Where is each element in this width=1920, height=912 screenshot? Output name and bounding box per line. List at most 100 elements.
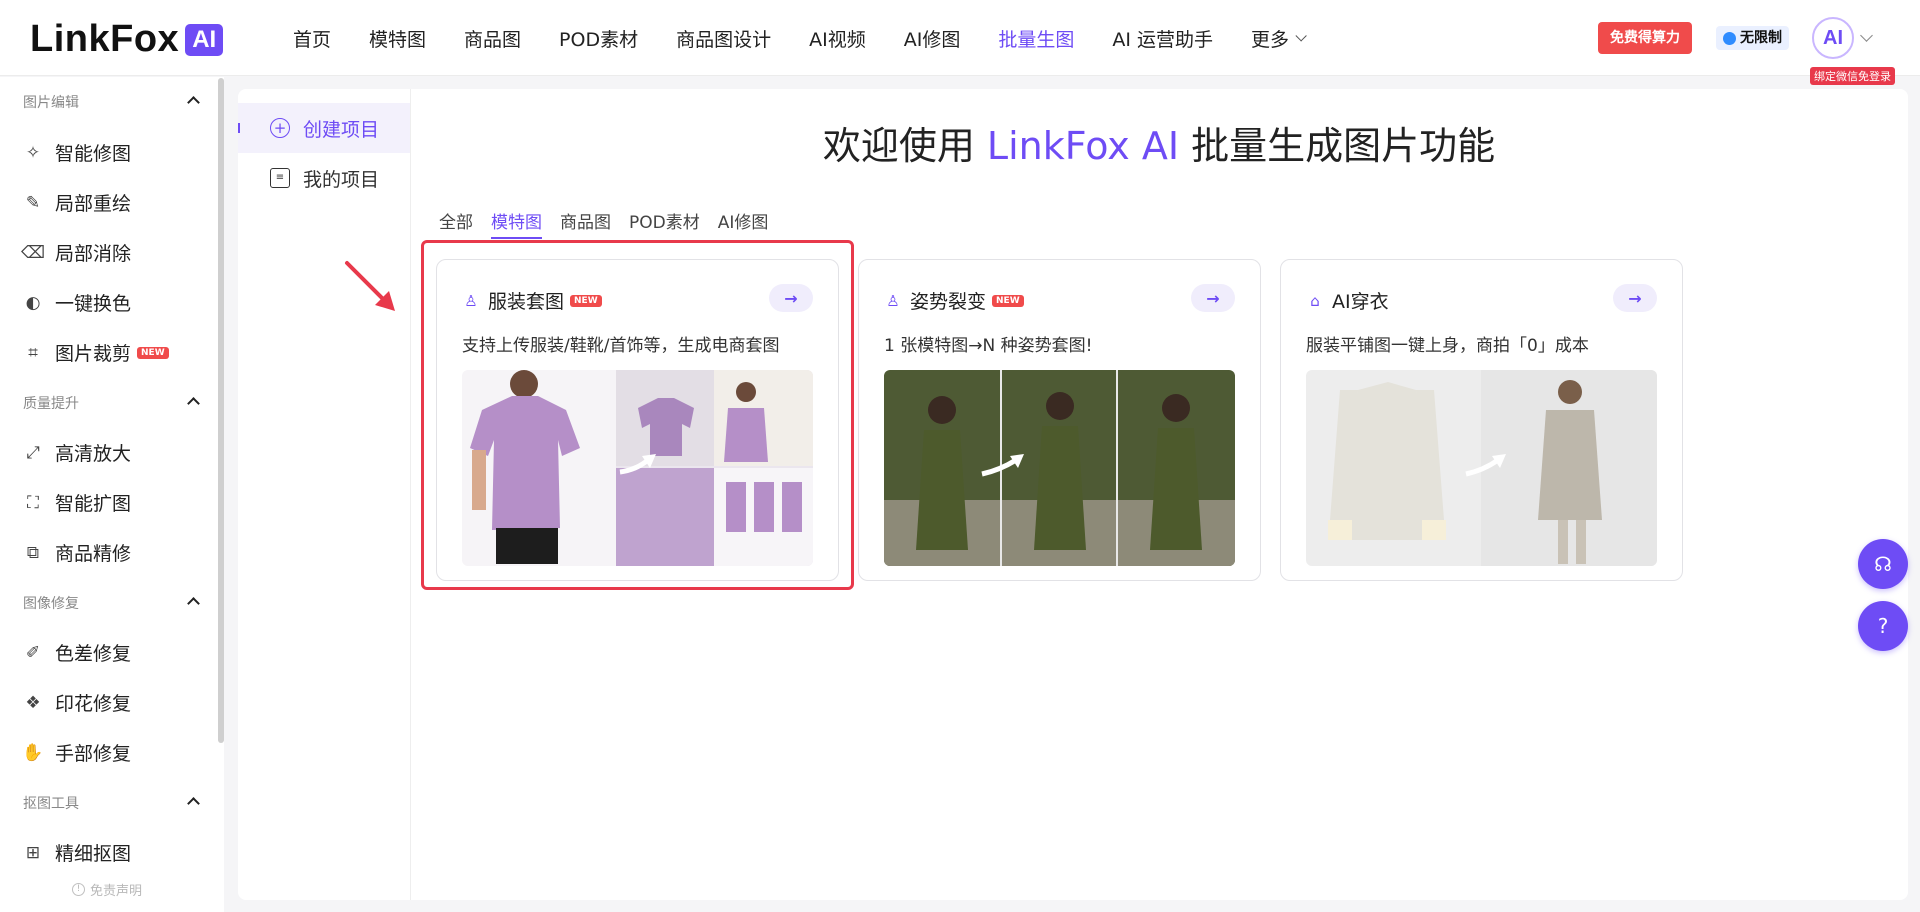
sidebar-item-label: 精细抠图 — [55, 843, 132, 865]
transform-arrow-icon — [619, 454, 656, 475]
magic-wand-icon: ✧ — [25, 142, 41, 163]
top-navbar: LinkFox AI 首页 模特图 商品图 POD素材 商品图设计 AI视频 A… — [0, 0, 1920, 76]
unlimited-label: 无限制 — [1740, 30, 1782, 46]
nav-batch-generate[interactable]: 批量生图 — [998, 25, 1074, 52]
sidebar-item-expand[interactable]: ⛶ 智能扩图 — [23, 489, 131, 516]
card-ai-dress-up[interactable]: ⌂ AI穿衣 → 服装平铺图一键上身，商拍「0」成本 — [1280, 259, 1683, 581]
unlimited-badge[interactable]: 无限制 — [1716, 26, 1789, 50]
nav-product-design[interactable]: 商品图设计 — [676, 25, 771, 52]
sidebar-item-label: 智能扩图 — [55, 493, 132, 515]
annotation-arrow-icon — [345, 261, 395, 311]
card-preview-image — [462, 370, 813, 566]
linkfox-logo[interactable]: LinkFox AI — [30, 18, 224, 61]
nav-product-image[interactable]: 商品图 — [464, 25, 521, 52]
sidebar-item-label: 局部重绘 — [55, 193, 132, 215]
customer-service-button[interactable]: ☊ — [1858, 539, 1908, 589]
sidebar-item-label: 图片裁剪 — [55, 343, 132, 365]
sidebar-item-label: 商品精修 — [55, 543, 132, 565]
card-title: AI穿衣 — [1332, 291, 1389, 313]
tshirt-model-image — [462, 370, 616, 566]
nav-ai-retouch[interactable]: AI修图 — [904, 25, 961, 52]
sidebar-item-smart-retouch[interactable]: ✧ 智能修图 — [23, 139, 131, 166]
color-fix-icon: ✐ — [25, 642, 41, 663]
sidebar-group-image-edit[interactable]: 图片编辑 — [23, 92, 200, 112]
sidebar-item-upscale[interactable]: ⤢ 高清放大 — [23, 439, 131, 466]
power-icon — [1723, 32, 1736, 45]
tab-product-image[interactable]: 商品图 — [560, 208, 611, 239]
sidebar-item-label: 智能修图 — [55, 143, 132, 165]
new-badge: NEW — [137, 346, 169, 359]
retouch-icon: ⧉ — [26, 542, 40, 563]
question-icon: ? — [1877, 614, 1889, 638]
tab-model-image[interactable]: 模特图 — [491, 208, 542, 239]
arrow-right-icon[interactable]: → — [1613, 284, 1657, 312]
my-projects-item[interactable]: ≡ 我的项目 — [238, 153, 410, 203]
sidebar-item-product-retouch[interactable]: ⧉ 商品精修 — [23, 539, 131, 566]
pose-variation-photos — [884, 370, 1235, 566]
arrow-right-icon[interactable]: → — [1191, 284, 1235, 312]
sidebar-item-color-fix[interactable]: ✐ 色差修复 — [23, 639, 131, 666]
nav-home[interactable]: 首页 — [293, 25, 331, 52]
page-title: 欢迎使用 LinkFox AI 批量生成图片功能 — [410, 115, 1908, 170]
sidebar-item-label: 色差修复 — [55, 643, 132, 665]
sidebar-scrollbar[interactable] — [218, 78, 224, 743]
disclaimer-link[interactable]: ! 免责声明 — [72, 880, 142, 899]
card-title: 姿势裂变 — [910, 291, 987, 313]
hand-icon: ✋ — [22, 742, 44, 763]
sidebar-item-inpaint[interactable]: ✎ 局部重绘 — [23, 189, 131, 216]
user-avatar[interactable]: AI — [1812, 17, 1854, 59]
sidebar-item-fine-cutout[interactable]: ⊞ 精细抠图 — [23, 839, 131, 866]
card-description: 服装平铺图一键上身，商拍「0」成本 — [1306, 336, 1589, 356]
title-suffix: 批量生成图片功能 — [1179, 124, 1496, 168]
main-panel: + 创建项目 ≡ 我的项目 欢迎使用 LinkFox AI 批量生成图片功能 全… — [238, 89, 1908, 900]
nav-ai-ops-assistant[interactable]: AI 运营助手 — [1112, 25, 1213, 52]
sidebar-group-title: 图片编辑 — [23, 95, 79, 111]
sidebar-item-label: 高清放大 — [55, 443, 132, 465]
card-header: ⌂ AI穿衣 — [1306, 287, 1389, 314]
dress-up-photos — [1306, 370, 1657, 566]
create-project-item[interactable]: + 创建项目 — [238, 103, 410, 153]
chevron-up-icon — [187, 397, 200, 410]
crop-icon: ⌗ — [28, 342, 38, 363]
info-icon: ! — [72, 883, 85, 896]
chevron-up-icon — [187, 797, 200, 810]
tab-pod-assets[interactable]: POD素材 — [629, 208, 700, 239]
bind-wechat-tip[interactable]: 绑定微信免登录 — [1810, 67, 1895, 85]
arrow-right-icon[interactable]: → — [769, 284, 813, 312]
cutout-icon: ⊞ — [25, 842, 41, 863]
card-pose-variation[interactable]: ♙ 姿势裂变 NEW → 1 张模特图→N 种姿势套图! — [858, 259, 1261, 581]
nav-more-label: 更多 — [1251, 28, 1290, 51]
sidebar-group-quality[interactable]: 质量提升 — [23, 393, 200, 413]
headset-icon: ☊ — [1874, 552, 1892, 576]
eraser-icon: ⌫ — [20, 242, 46, 263]
sidebar-item-hand-fix[interactable]: ✋ 手部修复 — [22, 739, 131, 766]
nav-ai-video[interactable]: AI视频 — [809, 25, 866, 52]
tab-ai-retouch[interactable]: AI修图 — [718, 208, 769, 239]
tab-all[interactable]: 全部 — [439, 208, 473, 239]
sidebar-group-cutout[interactable]: 抠图工具 — [23, 793, 200, 813]
nav-pod-assets[interactable]: POD素材 — [559, 25, 638, 52]
my-projects-label: 我的项目 — [303, 168, 380, 191]
card-outfit-set[interactable]: ♙ 服装套图 NEW → 支持上传服装/鞋靴/首饰等，生成电商套图 — [436, 259, 839, 581]
document-icon: ≡ — [270, 168, 290, 188]
help-button[interactable]: ? — [1858, 601, 1908, 651]
free-credits-button[interactable]: 免费得算力 — [1598, 22, 1692, 54]
card-description: 支持上传服装/鞋靴/首饰等，生成电商套图 — [462, 336, 780, 356]
main-nav: 首页 模特图 商品图 POD素材 商品图设计 AI视频 AI修图 批量生图 AI… — [293, 0, 1341, 76]
disclaimer-label: 免责声明 — [90, 884, 143, 899]
sidebar-item-crop[interactable]: ⌗ 图片裁剪 NEW — [23, 339, 169, 366]
sidebar-item-print-fix[interactable]: ❖ 印花修复 — [23, 689, 131, 716]
nav-model-image[interactable]: 模特图 — [369, 25, 426, 52]
sidebar-item-erase[interactable]: ⌫ 局部消除 — [20, 239, 131, 266]
card-header: ♙ 姿势裂变 NEW — [884, 287, 1024, 314]
sidebar-item-recolor[interactable]: ◐ 一键换色 — [23, 289, 131, 316]
sidebar-group-title: 质量提升 — [23, 396, 79, 412]
nav-more[interactable]: 更多 — [1251, 25, 1307, 52]
new-badge: NEW — [570, 294, 602, 307]
model-pose-icon: ♙ — [886, 291, 900, 310]
avatar-chevron-down-icon[interactable] — [1860, 29, 1873, 42]
sidebar-group-repair[interactable]: 图像修复 — [23, 593, 200, 613]
card-preview-image — [1306, 370, 1657, 566]
card-header: ♙ 服装套图 NEW — [462, 287, 602, 314]
card-title: 服装套图 — [488, 291, 565, 313]
